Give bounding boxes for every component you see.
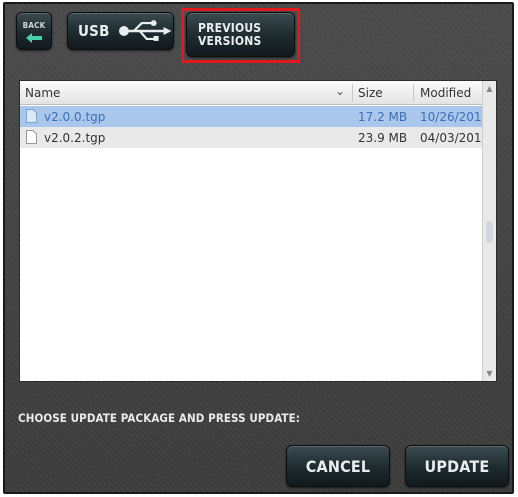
sort-chevron-icon[interactable]: ⌄ [335, 84, 345, 98]
file-size: 17.2 MB [358, 110, 408, 124]
instruction-text: CHOOSE UPDATE PACKAGE AND PRESS UPDATE: [18, 411, 300, 425]
update-dialog: BACK USB PREVIOUS VERSIONS Name ⌄ Size M… [3, 2, 514, 494]
usb-icon [118, 20, 172, 41]
previous-versions-label-line2: VERSIONS [198, 33, 262, 48]
usb-label: USB [78, 22, 110, 40]
vertical-scrollbar[interactable]: ▲ ▼ [482, 81, 496, 381]
previous-versions-label-line1: PREVIOUS [198, 20, 262, 35]
back-button[interactable]: BACK [16, 12, 52, 50]
update-button[interactable]: UPDATE [405, 445, 509, 487]
usb-button[interactable]: USB [67, 12, 174, 50]
file-row[interactable]: v2.0.2.tgp 23.9 MB 04/03/2018 [20, 127, 489, 148]
file-icon [26, 130, 37, 144]
back-arrow-icon [26, 32, 42, 43]
file-name: v2.0.2.tgp [44, 131, 106, 145]
column-size[interactable]: Size [358, 86, 383, 100]
file-modified: 10/26/2017 [420, 110, 490, 124]
scroll-down-icon[interactable]: ▼ [485, 369, 494, 378]
file-row[interactable]: v2.0.0.tgp 17.2 MB 10/26/2017 [20, 106, 489, 127]
file-icon [26, 109, 37, 123]
previous-versions-button[interactable]: PREVIOUS VERSIONS [186, 12, 295, 57]
column-name[interactable]: Name [25, 86, 60, 100]
scroll-up-icon[interactable]: ▲ [485, 84, 494, 93]
back-label: BACK [22, 20, 46, 30]
column-modified[interactable]: Modified [420, 86, 471, 100]
file-modified: 04/03/2018 [420, 131, 490, 145]
file-name: v2.0.0.tgp [44, 110, 106, 124]
file-list[interactable]: Name ⌄ Size Modified v2.0.0.tgp 17.2 MB … [19, 80, 497, 382]
column-divider [413, 84, 414, 102]
file-list-header: Name ⌄ Size Modified [20, 81, 482, 105]
file-size: 23.9 MB [358, 131, 408, 145]
scroll-thumb[interactable] [486, 221, 493, 243]
column-divider [352, 84, 353, 102]
cancel-button[interactable]: CANCEL [286, 445, 390, 487]
